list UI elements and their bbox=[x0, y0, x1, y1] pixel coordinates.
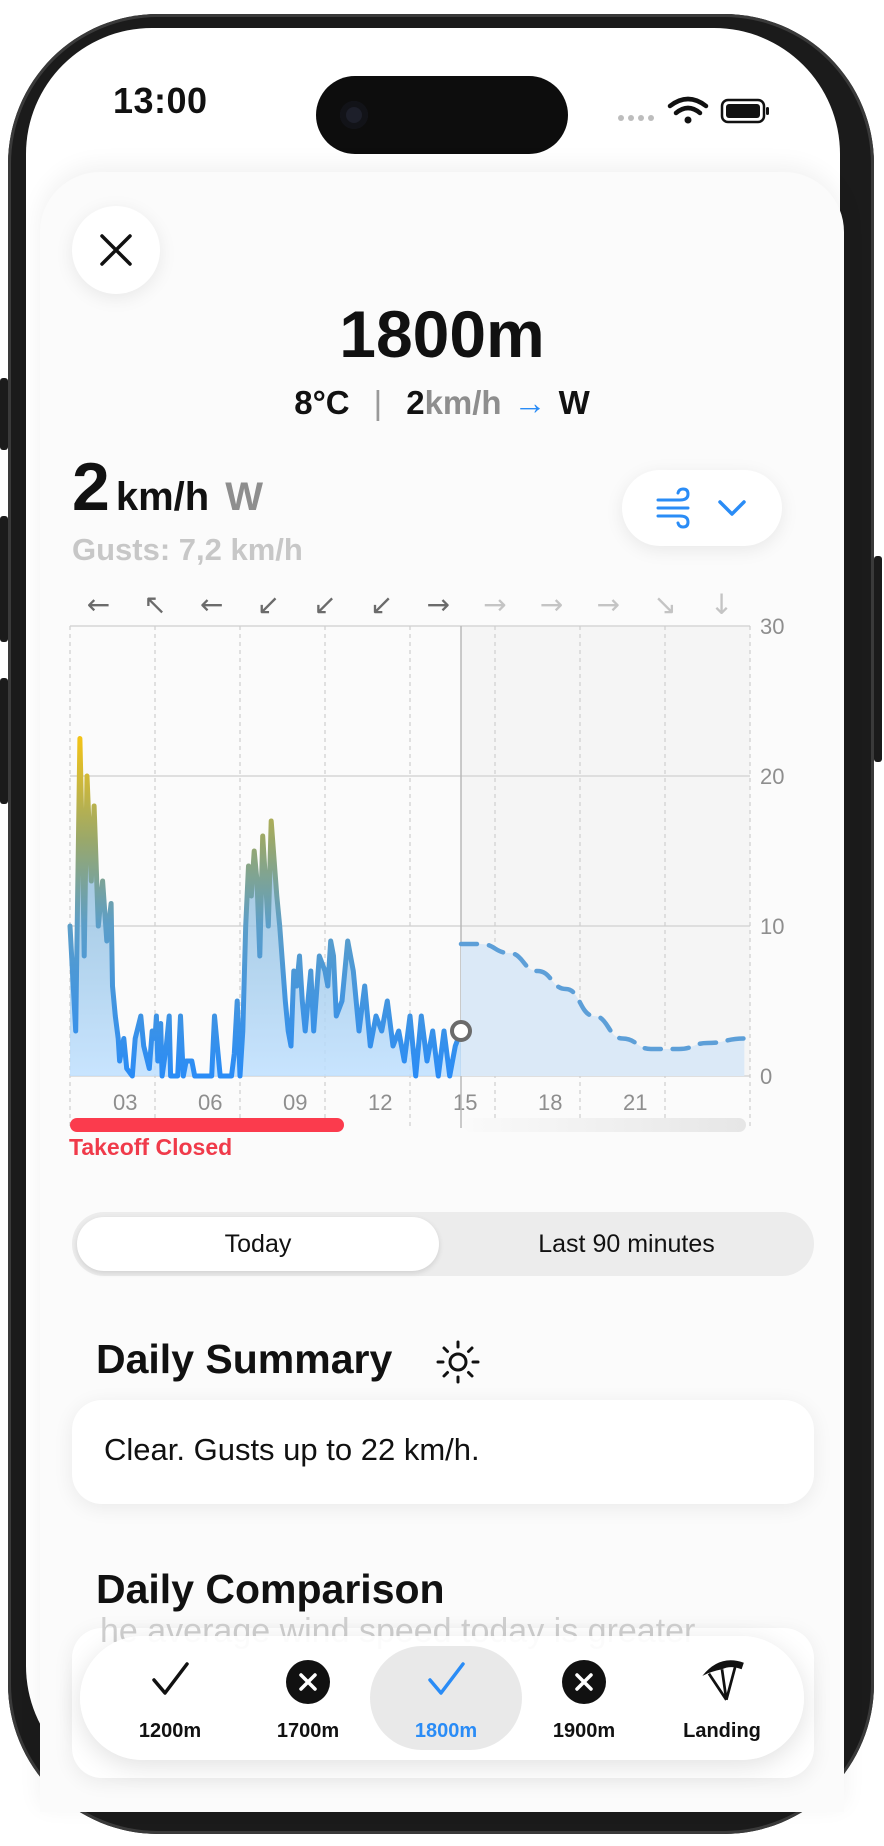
wind-direction: W bbox=[558, 384, 590, 421]
checkmark-icon bbox=[152, 1662, 189, 1695]
x-tick-label: 21 bbox=[623, 1090, 647, 1115]
sun-icon bbox=[436, 1340, 480, 1384]
tab-landing[interactable]: Landing bbox=[652, 1636, 792, 1760]
signal-icon bbox=[618, 115, 654, 121]
tab-1700m[interactable]: 1700m bbox=[238, 1636, 378, 1760]
x-tick-label: 18 bbox=[538, 1090, 562, 1115]
status-time: 13:00 bbox=[113, 80, 208, 121]
separator: | bbox=[373, 384, 383, 421]
current-speed: 2 bbox=[72, 449, 110, 525]
wifi-icon bbox=[667, 96, 709, 124]
tab-label: Landing bbox=[683, 1720, 761, 1742]
takeoff-status: Takeoff Closed bbox=[69, 1134, 233, 1160]
direction-arrow-icon: → bbox=[483, 588, 506, 621]
wind-value: 2 bbox=[406, 384, 425, 421]
volume-up-button bbox=[0, 516, 8, 642]
direction-arrow-icon: → bbox=[540, 588, 563, 621]
segment-today[interactable]: Today bbox=[77, 1217, 439, 1271]
closed-x-icon bbox=[562, 1660, 606, 1704]
tab-label: 1900m bbox=[552, 1720, 616, 1742]
tab-1800m[interactable]: 1800m bbox=[370, 1636, 522, 1760]
daily-summary-heading: Daily Summary bbox=[96, 1336, 393, 1382]
tab-label: 1200m bbox=[138, 1720, 202, 1742]
current-wind: 2 km/h W bbox=[72, 448, 263, 526]
power-button bbox=[874, 556, 882, 762]
closed-x-icon bbox=[286, 1660, 330, 1704]
close-button[interactable] bbox=[72, 206, 160, 294]
wind-icon bbox=[656, 487, 690, 529]
wind-chart[interactable]: 30 20 10 0 03 06 09 12 15 18 21 ← ↖ ← ↙ ↙ ↙ → → → → ↘ ↓ bbox=[60, 580, 800, 1140]
x-tick-label: 15 bbox=[453, 1090, 477, 1115]
tab-1200m[interactable]: 1200m bbox=[100, 1636, 240, 1760]
time-range-segmented-control: Today Last 90 minutes bbox=[72, 1212, 814, 1276]
direction-arrow-icon: ↙ bbox=[257, 588, 280, 621]
y-tick-label: 30 bbox=[760, 614, 784, 639]
direction-arrow-icon: ↙ bbox=[370, 588, 393, 621]
dynamic-island bbox=[316, 76, 568, 154]
direction-arrow-icon: ← bbox=[200, 588, 223, 621]
altitude-tab-bar: 1200m 1700m 1800m 1900m Landing bbox=[80, 1636, 804, 1760]
takeoff-closed-bar bbox=[70, 1118, 344, 1132]
wind-arrow-icon: → bbox=[513, 384, 547, 421]
camera-icon bbox=[340, 101, 368, 129]
wind-unit: km/h bbox=[424, 384, 502, 421]
tab-label: 1700m bbox=[276, 1720, 340, 1742]
x-tick-label: 03 bbox=[113, 1090, 137, 1115]
direction-arrow-icon: ↙ bbox=[313, 588, 336, 621]
metric-picker[interactable] bbox=[622, 470, 782, 546]
chevron-down-icon bbox=[718, 500, 746, 516]
gusts-label: Gusts: 7,2 km/h bbox=[72, 532, 303, 567]
checkmark-icon bbox=[428, 1662, 465, 1695]
volume-down-button bbox=[0, 678, 8, 804]
y-tick-label: 10 bbox=[760, 914, 784, 939]
x-tick-label: 09 bbox=[283, 1090, 307, 1115]
current-point-marker bbox=[450, 1020, 472, 1042]
daily-summary-text: Clear. Gusts up to 22 km/h. bbox=[104, 1432, 480, 1467]
daily-comparison-heading: Daily Comparison bbox=[96, 1566, 445, 1612]
direction-arrow-icon: ↖ bbox=[143, 588, 166, 621]
segment-last-90-minutes[interactable]: Last 90 minutes bbox=[444, 1217, 809, 1271]
direction-arrow-icon: → bbox=[427, 588, 450, 621]
close-icon bbox=[100, 234, 132, 266]
direction-arrow-icon: ↓ bbox=[710, 588, 733, 621]
x-tick-label: 06 bbox=[198, 1090, 222, 1115]
daily-summary-card: Clear. Gusts up to 22 km/h. bbox=[72, 1400, 814, 1504]
status-icons bbox=[618, 96, 769, 124]
temperature: 8°C bbox=[294, 384, 350, 421]
tab-label: 1800m bbox=[414, 1720, 478, 1742]
y-tick-label: 0 bbox=[760, 1064, 772, 1089]
current-unit: km/h bbox=[115, 475, 210, 519]
tab-1900m[interactable]: 1900m bbox=[514, 1636, 654, 1760]
conditions-summary: 8°C | 2km/h → W bbox=[0, 384, 884, 422]
current-direction: W bbox=[225, 475, 263, 519]
battery-icon bbox=[720, 98, 769, 124]
y-tick-label: 20 bbox=[760, 764, 784, 789]
direction-arrow-icon: ↘ bbox=[653, 588, 676, 621]
direction-arrow-icon: ← bbox=[87, 588, 110, 621]
direction-arrow-icon: → bbox=[597, 588, 620, 621]
paraglider-icon bbox=[702, 1660, 744, 1701]
x-tick-label: 12 bbox=[368, 1090, 392, 1115]
forecast-range-bar bbox=[464, 1118, 746, 1132]
page-title: 1800m bbox=[339, 297, 545, 371]
